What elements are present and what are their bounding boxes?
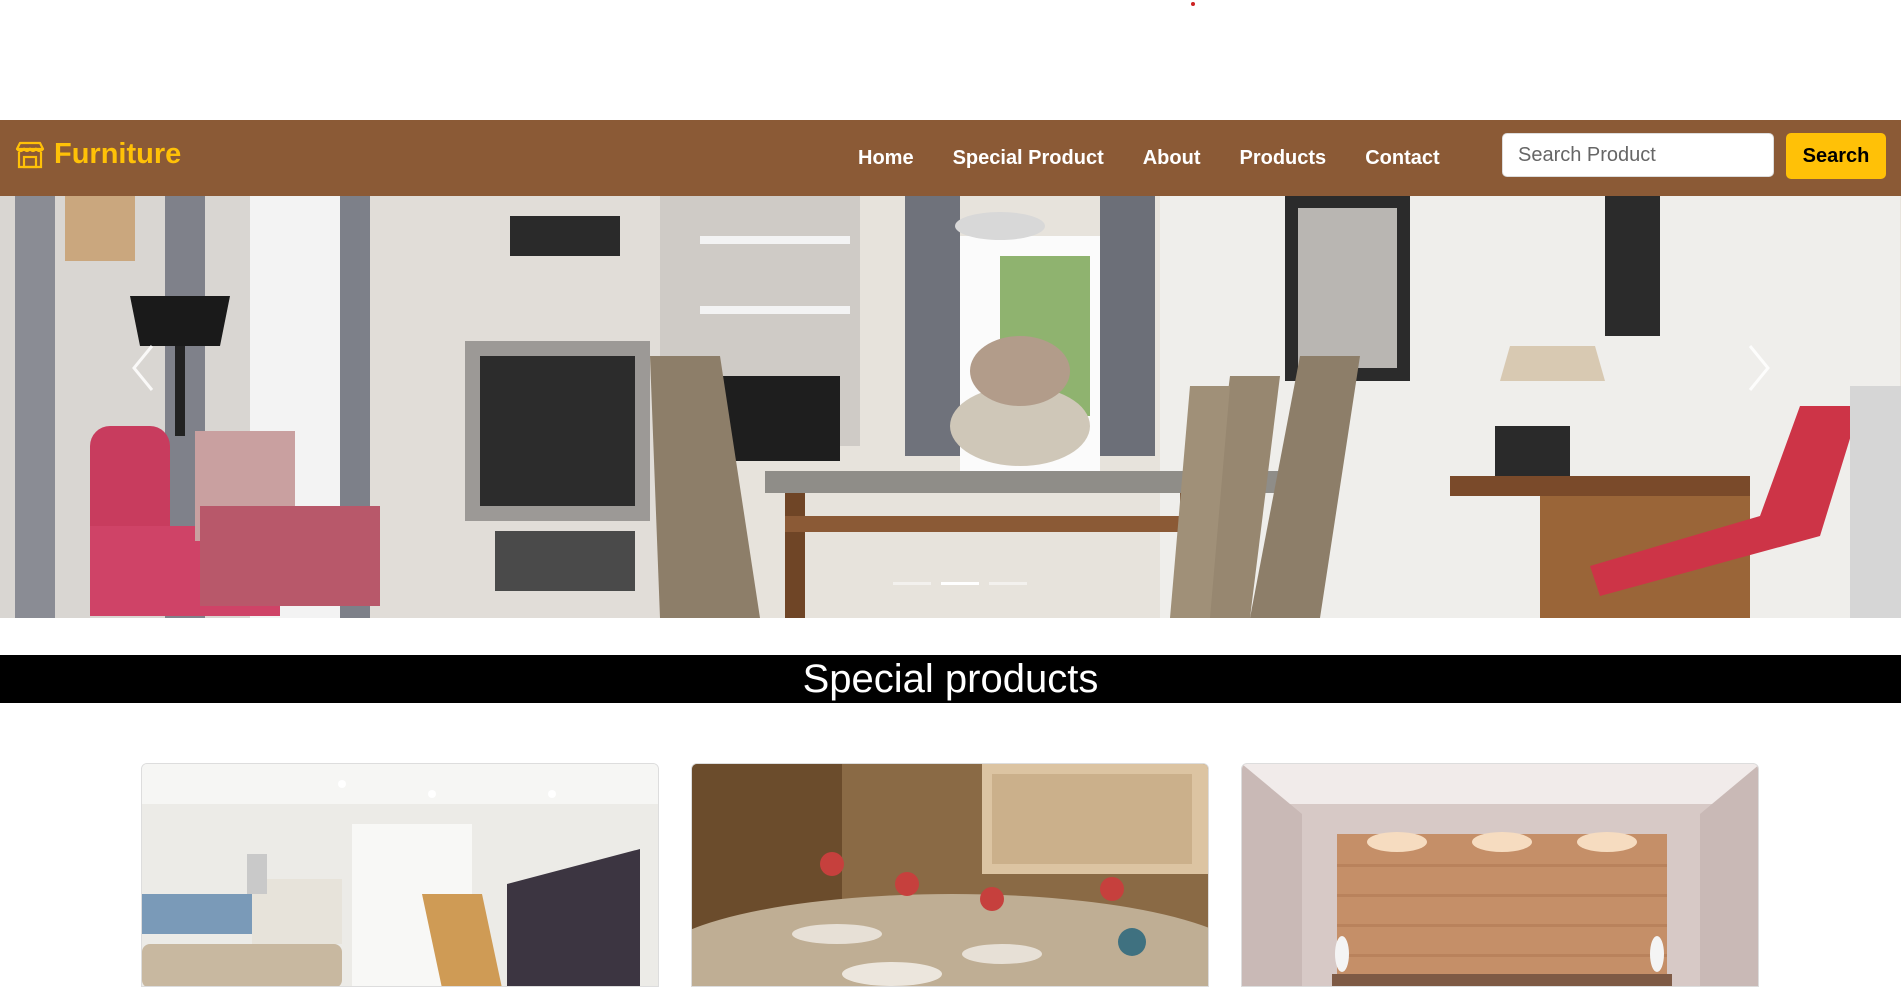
search-input[interactable]: [1502, 133, 1774, 177]
navbar: Furniture Home Special Product About Pro…: [0, 120, 1901, 196]
carousel-indicators: [893, 582, 1027, 585]
nav-products[interactable]: Products: [1240, 147, 1327, 170]
product-image-3: [1242, 764, 1758, 986]
chevron-right-icon[interactable]: [1740, 340, 1776, 396]
store-icon: [15, 141, 45, 168]
carousel-indicator-3[interactable]: [989, 582, 1027, 585]
chevron-left-icon[interactable]: [126, 340, 162, 396]
nav-links: Home Special Product About Products Cont…: [858, 120, 1479, 196]
product-card-3[interactable]: [1241, 763, 1759, 987]
carousel-image: [0, 196, 1901, 618]
carousel-indicator-1[interactable]: [893, 582, 931, 585]
nav-special-product[interactable]: Special Product: [953, 147, 1104, 170]
search-button[interactable]: Search: [1786, 133, 1886, 179]
brand[interactable]: Furniture: [14, 138, 181, 171]
nav-home[interactable]: Home: [858, 147, 914, 170]
product-image-2: [692, 764, 1208, 986]
special-products-heading: Special products: [0, 655, 1901, 703]
carousel-indicator-2[interactable]: [941, 582, 979, 585]
nav-about[interactable]: About: [1143, 147, 1201, 170]
nav-contact[interactable]: Contact: [1365, 147, 1439, 170]
brand-name: Furniture: [54, 138, 182, 170]
product-card-2[interactable]: [691, 763, 1209, 987]
product-card-1[interactable]: [141, 763, 659, 987]
product-image-1: [142, 764, 658, 986]
top-dot: [1191, 2, 1195, 6]
hero-carousel[interactable]: [0, 196, 1901, 618]
